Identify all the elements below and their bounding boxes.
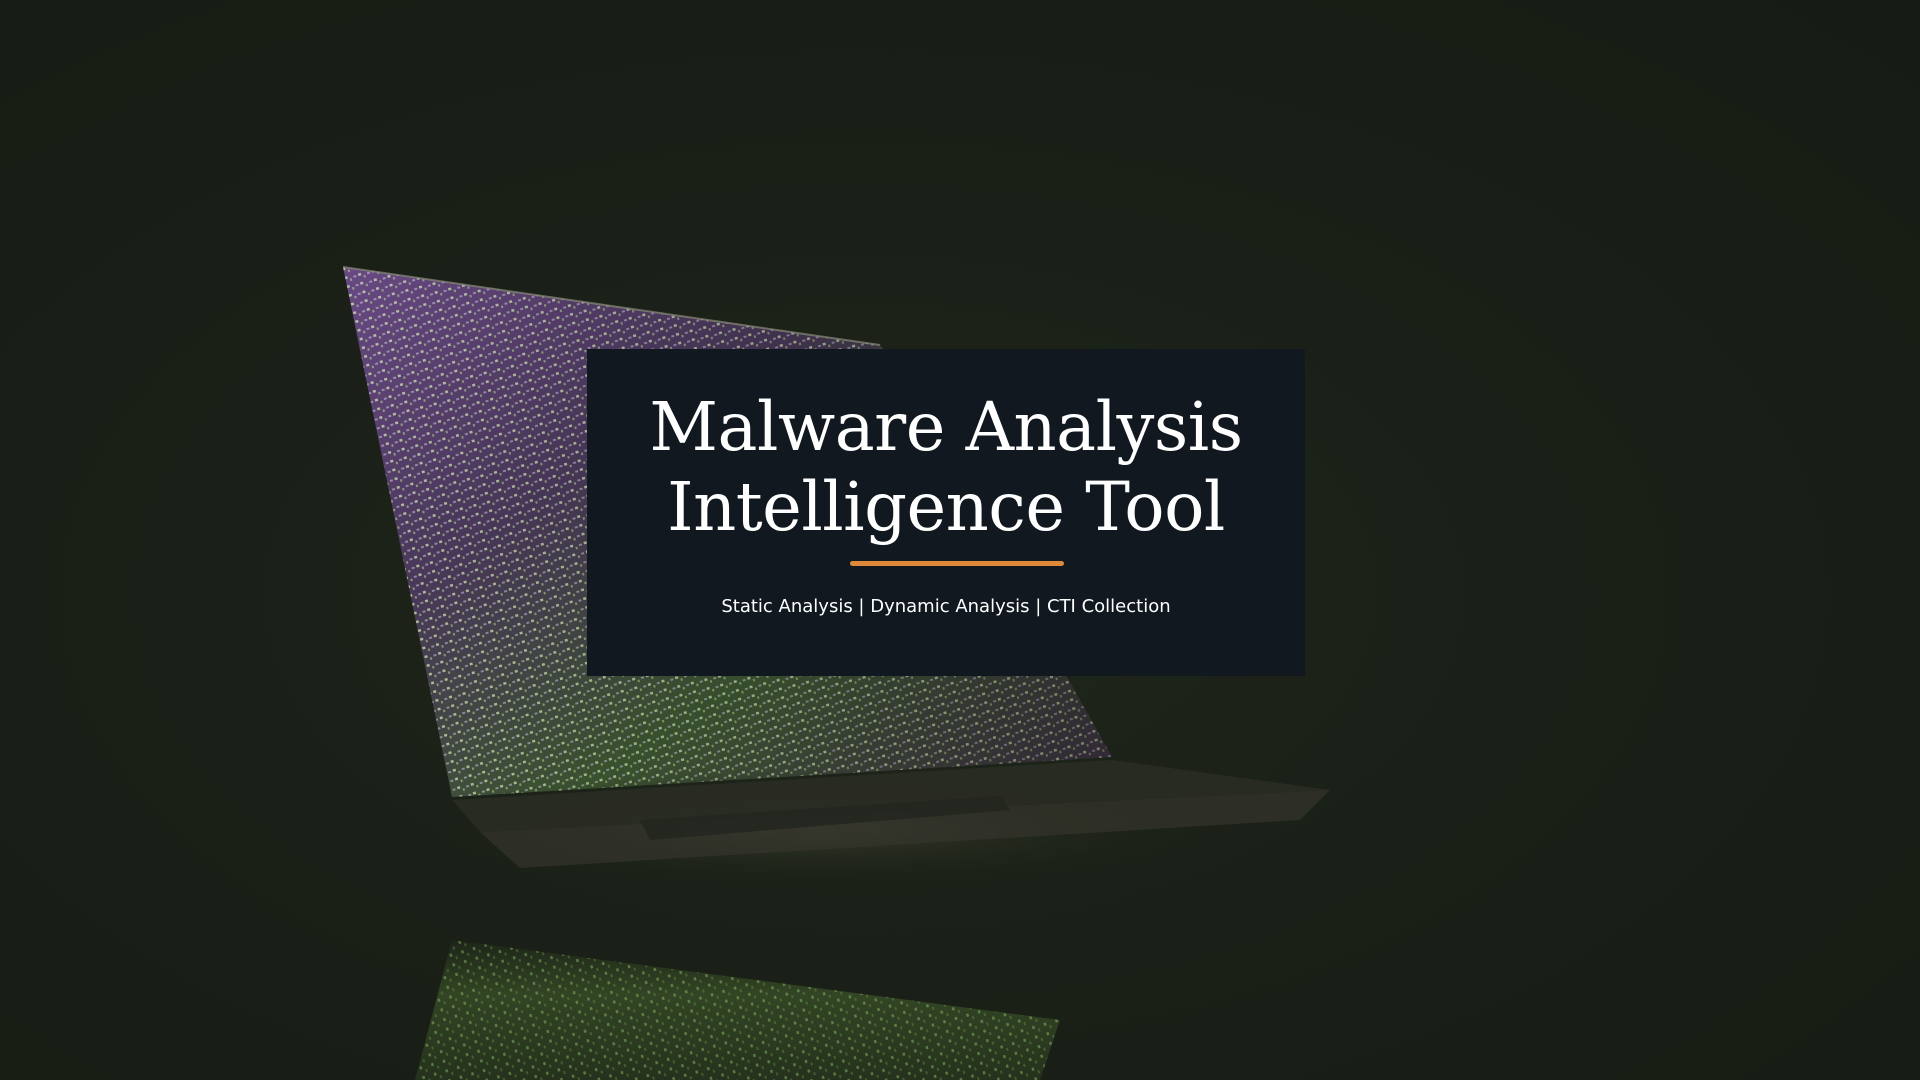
title-card: Malware Analysis Intelligence Tool Stati… (587, 349, 1305, 676)
title-slide: Malware Analysis Intelligence Tool Stati… (0, 0, 1920, 1080)
accent-divider (850, 561, 1064, 566)
title-line-2: Intelligence Tool (667, 468, 1225, 546)
slide-subtitle: Static Analysis | Dynamic Analysis | CTI… (721, 596, 1171, 617)
slide-title: Malware Analysis Intelligence Tool (587, 387, 1305, 547)
title-line-1: Malware Analysis (649, 388, 1243, 466)
